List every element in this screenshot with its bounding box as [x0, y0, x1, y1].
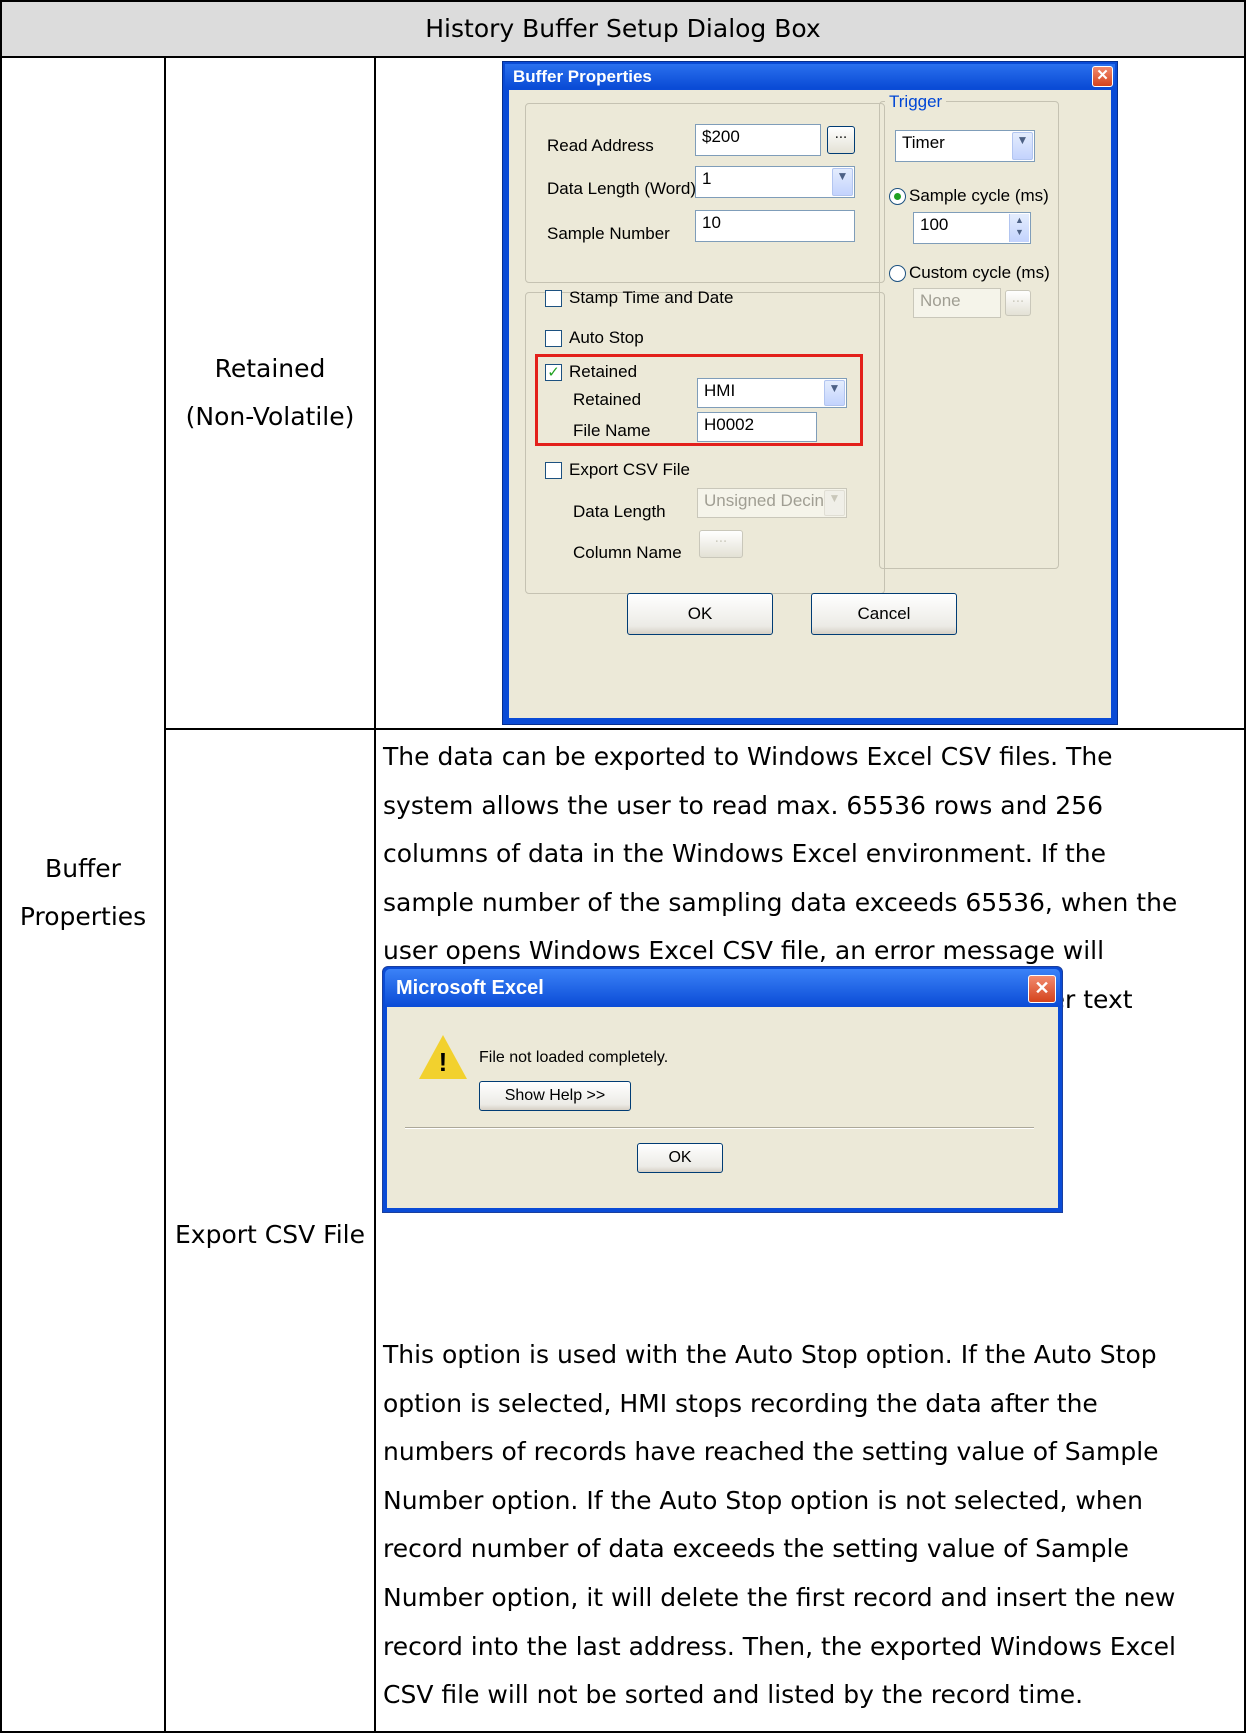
grid-line: [0, 56, 1246, 58]
custom-cycle-label: Custom cycle (ms): [909, 263, 1050, 282]
export-csv-checkbox[interactable]: [545, 462, 562, 479]
grid-line: [374, 56, 376, 1733]
custom-cycle-browse-button[interactable]: ...: [1005, 290, 1031, 316]
sample-cycle-label: Sample cycle (ms): [909, 186, 1049, 205]
close-icon[interactable]: ✕: [1092, 66, 1113, 87]
separator: [405, 1127, 1034, 1129]
stamp-label: Stamp Time and Date: [569, 288, 734, 307]
export-csv-row-label: Export CSV File: [175, 1220, 365, 1249]
sample-number-input[interactable]: 10: [695, 210, 855, 242]
data-length-label: Data Length (Word): [547, 179, 696, 198]
table-header-title: History Buffer Setup Dialog Box: [425, 14, 821, 43]
trigger-legend: Trigger: [885, 92, 947, 112]
buffer-properties-label: Buffer Properties: [19, 854, 147, 931]
sample-number-label: Sample Number: [547, 224, 670, 243]
csv-data-length-label: Data Length: [573, 502, 666, 521]
retained-check-label: Retained: [569, 362, 638, 381]
auto-stop-checkbox[interactable]: [545, 330, 562, 347]
excel-title-bar: Microsoft Excel ✕: [385, 969, 1060, 1007]
trigger-group: [879, 101, 1059, 569]
spin-arrows-icon[interactable]: ▲ ▼: [1009, 214, 1029, 242]
stamp-checkbox[interactable]: [545, 290, 562, 307]
sample-cycle-input[interactable]: 100 ▲ ▼: [913, 212, 1031, 244]
dialog-title: Buffer Properties: [513, 67, 652, 86]
sample-cycle-value: 100: [920, 215, 949, 234]
trigger-select[interactable]: Timer ▼: [895, 130, 1035, 162]
warning-mark: !: [438, 1047, 448, 1077]
check-icon: ✓: [547, 363, 560, 381]
file-name-input[interactable]: H0002: [697, 412, 817, 442]
excel-title: Microsoft Excel: [396, 977, 544, 999]
grid-line: [0, 0, 1246, 2]
grid-line: [164, 728, 1246, 730]
dialog-body: Read Address $200 ... Data Length (Word)…: [509, 90, 1111, 718]
file-name-label: File Name: [573, 421, 651, 440]
excel-body: ! File not loaded completely. Show Help …: [387, 1007, 1058, 1208]
radio-dot: [894, 193, 901, 200]
sample-cycle-radio[interactable]: [889, 188, 906, 205]
csv-data-length-value: Unsigned Decin: [704, 491, 825, 510]
retained-value: HMI: [704, 381, 736, 400]
data-length-select[interactable]: 1 ▼: [695, 166, 855, 198]
dropdown-arrow-icon: ▼: [824, 380, 845, 406]
trigger-value: Timer: [902, 133, 945, 152]
retained-label: Retained: [573, 390, 642, 409]
dropdown-arrow-icon: ▼: [1012, 132, 1033, 160]
read-address-label: Read Address: [547, 136, 654, 155]
export-csv-label: Export CSV File: [569, 460, 690, 479]
export-csv-paragraph-2: This option is used with the Auto Stop o…: [383, 1340, 1176, 1710]
auto-stop-label: Auto Stop: [569, 328, 644, 347]
dialog-title-bar: Buffer Properties ✕: [505, 64, 1115, 88]
close-icon[interactable]: ✕: [1028, 975, 1056, 1003]
buffer-properties-dialog: Buffer Properties ✕ Read Address $200 ..…: [502, 61, 1118, 725]
dropdown-arrow-icon: ▼: [824, 490, 845, 516]
read-address-browse-button[interactable]: ...: [827, 126, 855, 154]
retained-checkbox[interactable]: ✓: [545, 364, 562, 381]
custom-cycle-radio[interactable]: [889, 265, 906, 282]
excel-ok-button[interactable]: OK: [637, 1143, 723, 1173]
excel-message: File not loaded completely.: [479, 1049, 669, 1066]
show-help-button[interactable]: Show Help >>: [479, 1081, 631, 1111]
cancel-button[interactable]: Cancel: [811, 593, 957, 635]
column-name-label: Column Name: [573, 543, 682, 562]
read-address-input[interactable]: $200: [695, 124, 821, 156]
ok-button[interactable]: OK: [627, 593, 773, 635]
data-length-value: 1: [702, 169, 712, 188]
column-name-button[interactable]: ...: [699, 530, 743, 558]
excel-dialog: Microsoft Excel ✕ ! File not loaded comp…: [382, 966, 1063, 1213]
csv-data-length-select[interactable]: Unsigned Decin ▼: [697, 488, 847, 518]
retained-row-label: Retained (Non-Volatile): [185, 354, 355, 431]
grid-line: [164, 56, 166, 1733]
dropdown-arrow-icon: ▼: [832, 168, 853, 196]
retained-select[interactable]: HMI ▼: [697, 378, 847, 408]
custom-cycle-input[interactable]: None: [913, 288, 1001, 318]
